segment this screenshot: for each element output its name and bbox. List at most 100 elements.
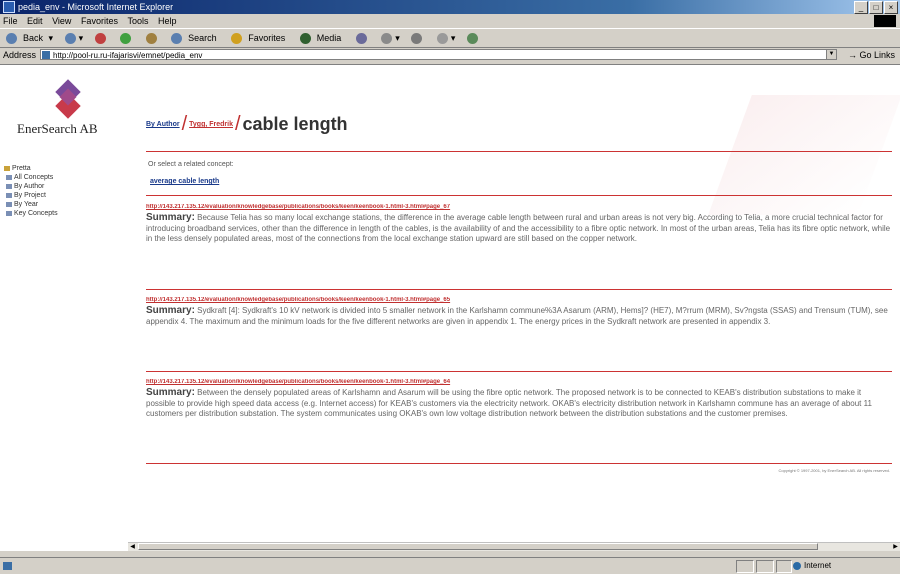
tree-item-by-year[interactable]: By Year	[4, 200, 58, 209]
window-title-bar: pedia_env - Microsoft Internet Explorer …	[0, 0, 900, 14]
result-text: Summary: Because Telia has so many local…	[146, 212, 892, 245]
address-url: http://pool-ru.ru-ifajarisvi/emnet/pedia…	[53, 51, 203, 60]
result-item: http://143.217.135.12/evaluation/knowled…	[146, 204, 892, 245]
favorites-button[interactable]: Favorites	[228, 33, 288, 45]
go-button[interactable]: → Go	[848, 47, 872, 63]
stop-icon	[94, 33, 106, 45]
ie-icon	[3, 1, 15, 13]
menu-favorites[interactable]: Favorites	[81, 16, 118, 26]
copyright-notice: Copyright © 1997-2001, by EnerSearch AB.…	[778, 468, 890, 473]
page-content: EnerSearch AB Pretta All Concepts By Aut…	[0, 64, 900, 551]
related-concept-link[interactable]: average cable length	[150, 178, 219, 185]
tree-item-key-concepts[interactable]: Key Concepts	[4, 209, 58, 218]
status-cell	[776, 560, 792, 573]
horizontal-scrollbar[interactable]: ◀ ▶	[128, 542, 900, 551]
breadcrumb-separator: /	[234, 113, 241, 135]
tree-item-by-author[interactable]: By Author	[4, 182, 58, 191]
menu-tools[interactable]: Tools	[127, 16, 148, 26]
close-button[interactable]: ×	[884, 1, 898, 14]
result-url-link[interactable]: http://143.217.135.12/evaluation/knowled…	[146, 204, 892, 210]
minimize-button[interactable]: _	[854, 1, 868, 14]
divider	[146, 195, 892, 196]
result-summary: Because Telia has so many local exchange…	[146, 213, 891, 243]
divider	[146, 289, 892, 290]
print-button[interactable]	[408, 33, 425, 45]
refresh-icon	[120, 33, 132, 45]
menu-edit[interactable]: Edit	[27, 16, 43, 26]
media-icon	[299, 33, 311, 45]
breadcrumb-author-link[interactable]: By Author	[146, 121, 180, 128]
scroll-right-arrow-icon[interactable]: ▶	[891, 543, 900, 551]
scroll-left-arrow-icon[interactable]: ◀	[128, 543, 137, 551]
tree-item-all-concepts[interactable]: All Concepts	[4, 173, 58, 182]
summary-label: Summary:	[146, 387, 195, 398]
company-name: EnerSearch AB	[17, 121, 98, 136]
divider	[146, 151, 892, 152]
menu-help[interactable]: Help	[158, 16, 177, 26]
mail-button[interactable]: ▾	[378, 33, 400, 45]
breadcrumb: By Author / Tygg, Fredrik / cable length	[146, 113, 348, 136]
standard-toolbar: Back ▾ ▾ Search Favorites Media ▾ ▾	[0, 28, 900, 48]
refresh-button[interactable]	[117, 33, 134, 45]
window-controls: _ □ ×	[854, 1, 898, 14]
history-button[interactable]	[353, 33, 370, 45]
status-bar: Internet	[0, 557, 900, 574]
back-arrow-icon	[6, 33, 17, 45]
result-text: Summary: Between the densely populated a…	[146, 387, 892, 420]
tree-root[interactable]: Pretta	[4, 164, 58, 173]
divider	[146, 463, 892, 464]
status-cell	[756, 560, 774, 573]
window-title: pedia_env - Microsoft Internet Explorer	[18, 2, 174, 12]
stop-button[interactable]	[92, 33, 109, 45]
result-summary: Sydkraft [4]: Sydkraft's 10 kV network i…	[146, 306, 888, 326]
back-button[interactable]: Back ▾	[3, 33, 53, 45]
result-url-link[interactable]: http://143.217.135.12/evaluation/knowled…	[146, 379, 892, 385]
edit-icon	[436, 33, 448, 45]
divider	[146, 371, 892, 372]
windows-logo-icon	[874, 15, 896, 27]
address-bar: Address http://pool-ru.ru-ifajarisvi/emn…	[0, 47, 900, 63]
breadcrumb-name-link[interactable]: Tygg, Fredrik	[189, 121, 233, 128]
links-button[interactable]: Links	[874, 47, 895, 63]
address-label: Address	[3, 50, 37, 60]
discuss-button[interactable]	[464, 33, 481, 45]
favorites-star-icon	[231, 33, 243, 45]
scrollbar-thumb[interactable]	[138, 543, 818, 550]
background-watermark	[708, 95, 900, 215]
result-item: http://143.217.135.12/evaluation/knowled…	[146, 297, 892, 327]
page-icon	[42, 51, 50, 59]
navigation-tree: Pretta All Concepts By Author By Project…	[4, 164, 58, 218]
internet-globe-icon	[793, 561, 801, 570]
result-summary: Between the densely populated areas of K…	[146, 388, 872, 418]
page-status-icon	[3, 562, 12, 570]
security-zone: Internet	[793, 558, 831, 574]
related-hint: Or select a related concept:	[148, 161, 234, 168]
result-item: http://143.217.135.12/evaluation/knowled…	[146, 379, 892, 420]
summary-label: Summary:	[146, 305, 195, 316]
home-icon	[145, 33, 157, 45]
discuss-icon	[466, 33, 478, 45]
breadcrumb-separator: /	[181, 113, 188, 135]
enersearch-logo	[50, 79, 86, 119]
address-input[interactable]: http://pool-ru.ru-ifajarisvi/emnet/pedia…	[40, 49, 837, 60]
menu-bar: File Edit View Favorites Tools Help	[0, 14, 900, 28]
mail-icon	[381, 33, 393, 45]
history-icon	[355, 33, 367, 45]
result-url-link[interactable]: http://143.217.135.12/evaluation/knowled…	[146, 297, 892, 303]
forward-arrow-icon	[64, 33, 76, 45]
edit-button[interactable]: ▾	[434, 33, 455, 45]
page-title: cable length	[242, 114, 348, 134]
search-button[interactable]: Search	[168, 33, 220, 45]
media-button[interactable]: Media	[297, 33, 345, 45]
home-button[interactable]	[143, 33, 160, 45]
address-dropdown-button[interactable]: ▼	[826, 50, 836, 59]
search-icon	[171, 33, 183, 45]
print-icon	[411, 33, 423, 45]
menu-file[interactable]: File	[3, 16, 18, 26]
summary-label: Summary:	[146, 212, 195, 223]
forward-button[interactable]: ▾	[62, 33, 83, 45]
maximize-button[interactable]: □	[869, 1, 883, 14]
tree-item-by-project[interactable]: By Project	[4, 191, 58, 200]
result-text: Summary: Sydkraft [4]: Sydkraft's 10 kV …	[146, 305, 892, 327]
menu-view[interactable]: View	[52, 16, 71, 26]
